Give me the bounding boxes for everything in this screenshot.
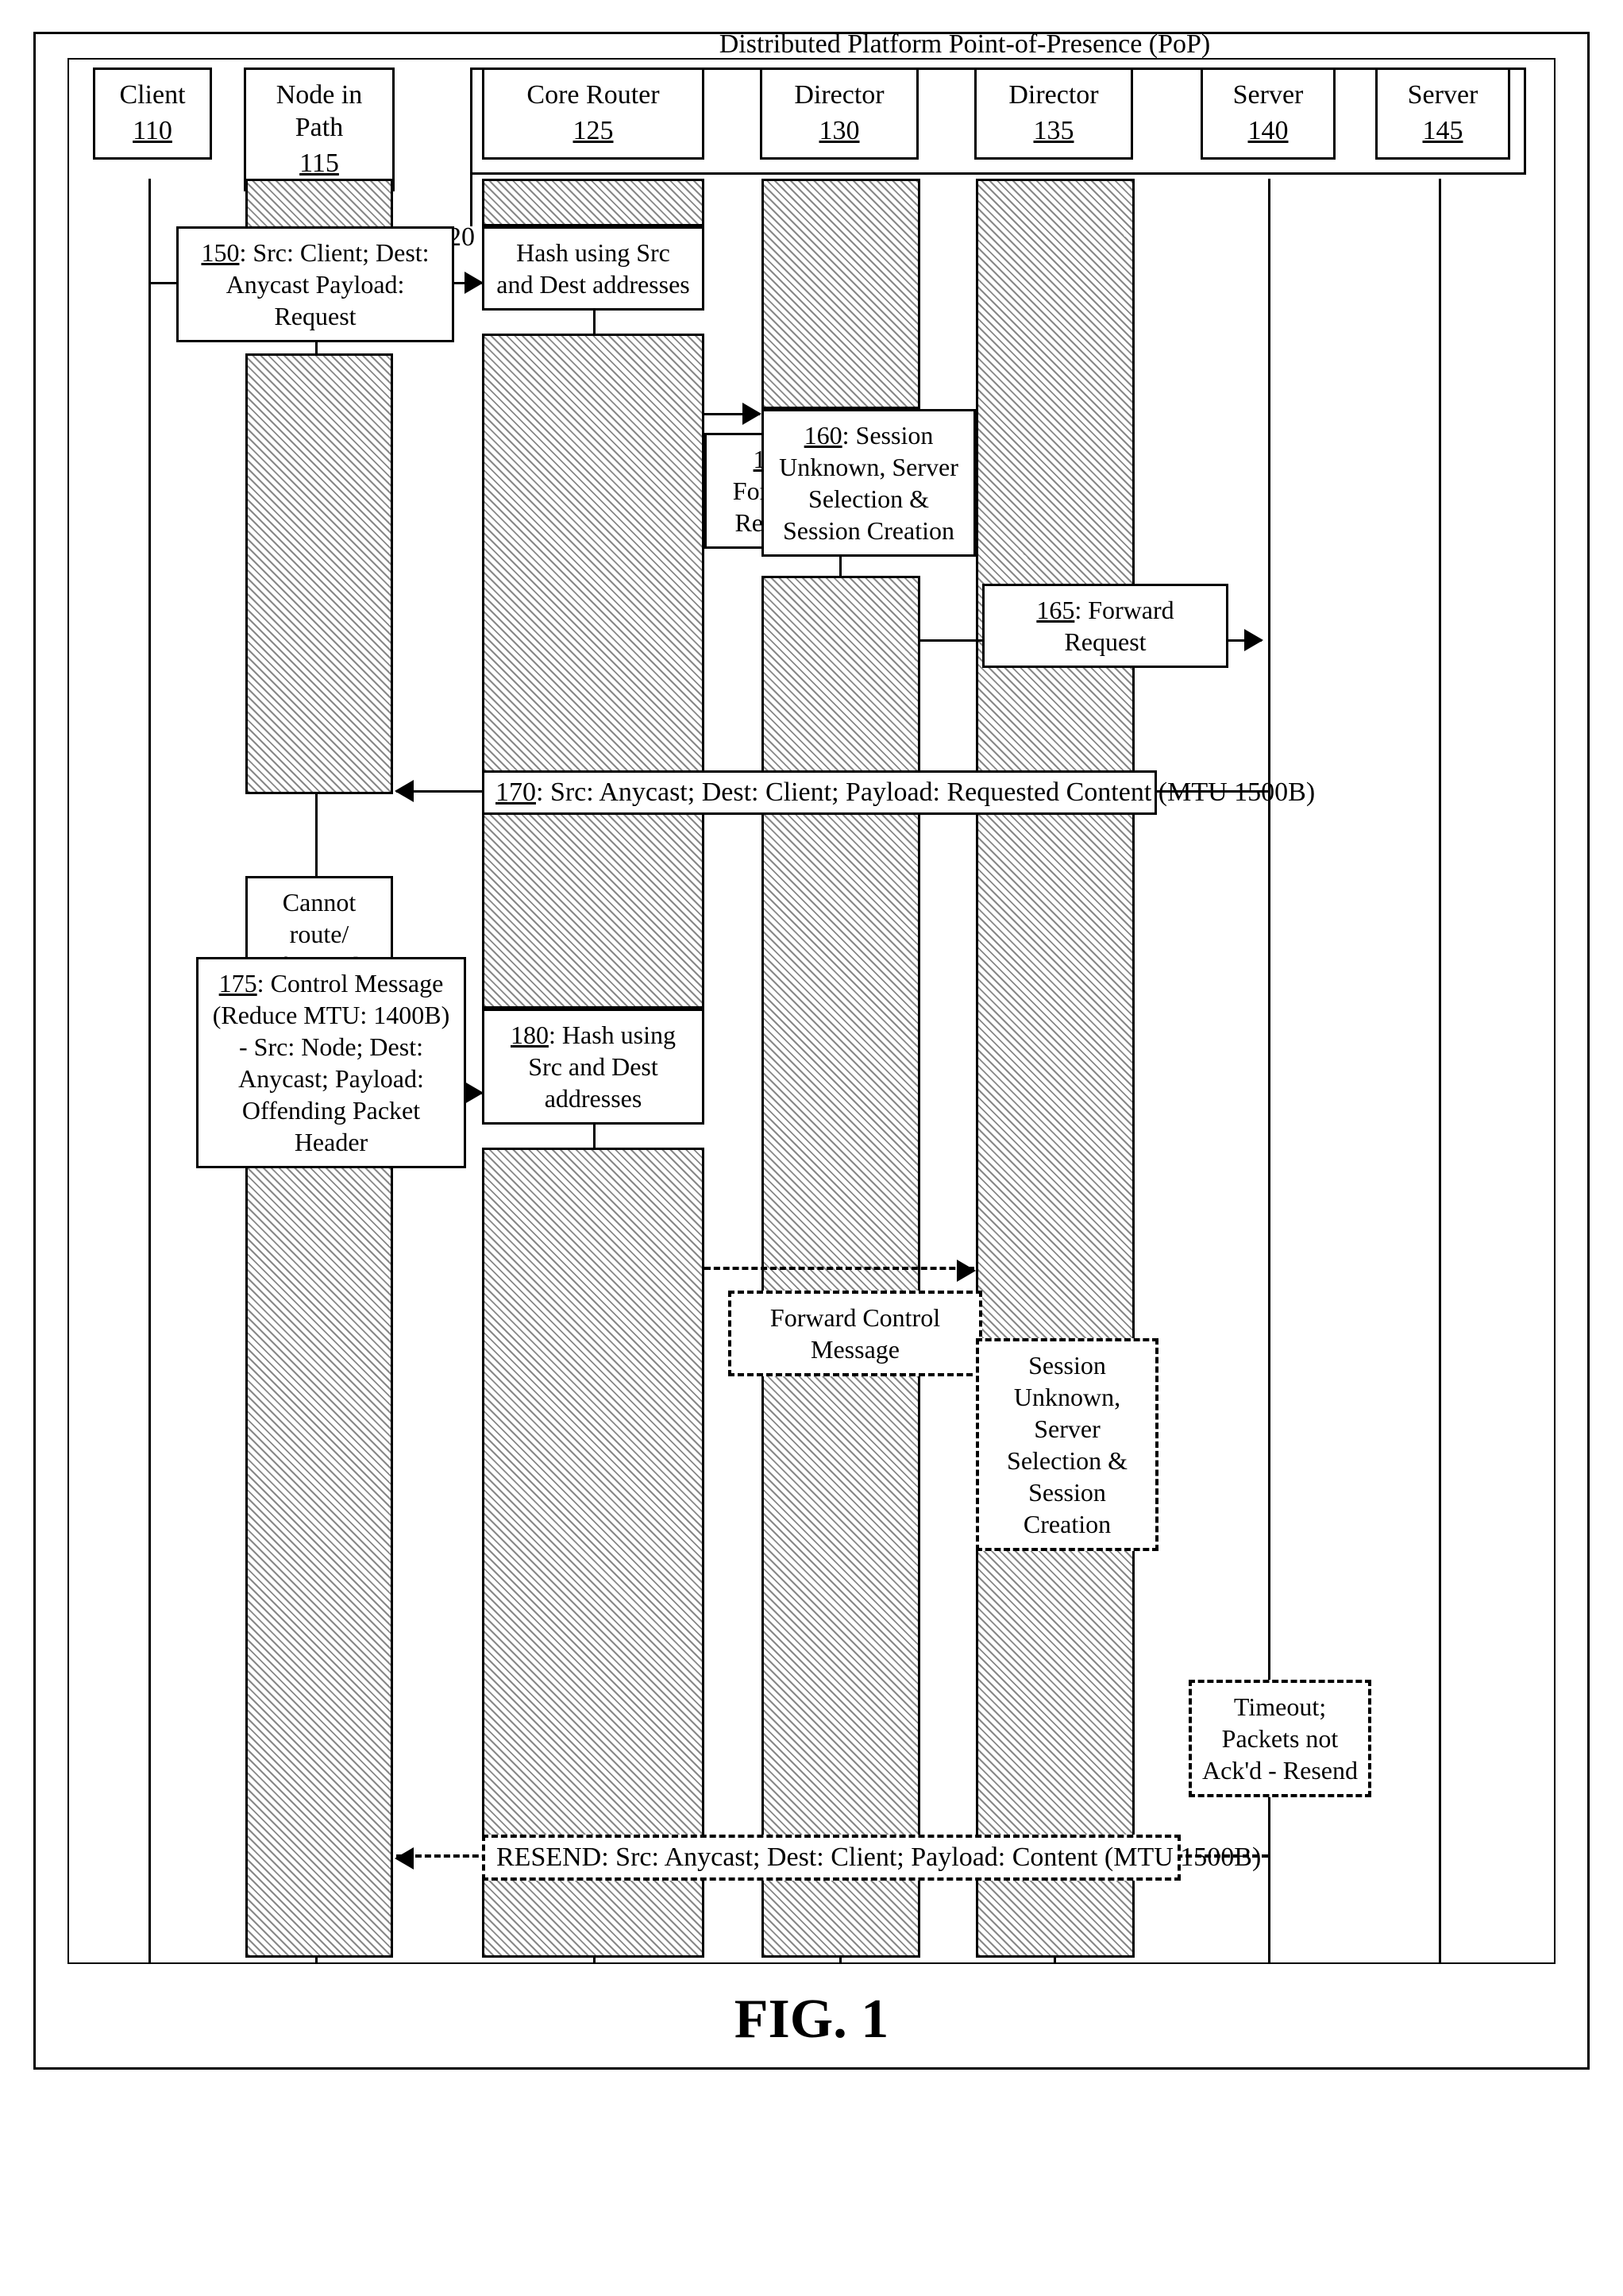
figure-caption: FIG. 1 — [67, 1988, 1556, 2051]
hdr-num: 125 — [491, 115, 696, 148]
msg-resend: RESEND: Src: Anycast; Dest: Client; Payl… — [482, 1835, 1181, 1881]
lifeline-header-server-2: Server 145 — [1375, 68, 1510, 160]
hdr-num: 130 — [769, 115, 910, 148]
lifeline-header-client: Client 110 — [93, 68, 212, 160]
note-session-unknown-2: Session Unknown, Server Selection & Sess… — [976, 1338, 1158, 1551]
activation-core-1a — [482, 179, 704, 226]
msg-150: 150: Src: Client; Dest: Anycast Payload:… — [176, 226, 454, 342]
hdr-label: Node in Path — [276, 80, 363, 142]
msg-180-num: 180 — [511, 1021, 549, 1049]
note-forward-control: Forward Control Message — [728, 1291, 982, 1376]
activation-dir2 — [976, 179, 1135, 1958]
activation-core-1b — [482, 334, 704, 1009]
hdr-num: 110 — [102, 115, 203, 148]
msg-180-text: : Hash using Src and Dest addresses — [528, 1021, 676, 1113]
hdr-label: Director — [1008, 80, 1098, 110]
hdr-label: Director — [794, 80, 884, 110]
arrow-155 — [704, 413, 760, 415]
hdr-label: Server — [1233, 80, 1304, 110]
msg-160-num: 160 — [804, 421, 842, 450]
activation-node-2 — [245, 353, 393, 794]
lifeline-header-director-1: Director 130 — [760, 68, 919, 160]
msg-170-num: 170 — [495, 778, 536, 807]
msg-170-text: : Src: Anycast; Dest: Client; Payload: R… — [536, 778, 1315, 807]
msg-175: 175: Control Message (Reduce MTU: 1400B)… — [196, 957, 466, 1168]
lifeline-header-server-1: Server 140 — [1201, 68, 1336, 160]
msg-165-text: : Forward Request — [1064, 596, 1174, 656]
hdr-label: Client — [119, 80, 185, 110]
lifeline-header-node: Node in Path 115 — [244, 68, 395, 191]
hdr-num: 145 — [1384, 115, 1502, 148]
hdr-label: Core Router — [526, 80, 659, 110]
hdr-num: 115 — [253, 148, 386, 180]
msg-160: 160: Session Unknown, Server Selection &… — [761, 409, 976, 557]
leader-line-120 — [470, 167, 472, 226]
note-hash-1: Hash using Src and Dest addresses — [482, 226, 704, 311]
lifeline-header-core-router: Core Router 125 — [482, 68, 704, 160]
msg-165-num: 165 — [1036, 596, 1074, 624]
msg-150-num: 150 — [201, 238, 239, 267]
msg-150-text: : Src: Client; Dest: Anycast Payload: Re… — [226, 238, 430, 330]
msg-165: 165: Forward Request — [982, 584, 1228, 668]
msg-180: 180: Hash using Src and Dest addresses — [482, 1009, 704, 1125]
activation-dir1-top — [761, 179, 920, 409]
note-timeout: Timeout; Packets not Ack'd - Resend — [1189, 1680, 1371, 1797]
pop-frame-label: Distributed Platform Point-of-Presence (… — [468, 29, 1461, 60]
lifeline-client — [148, 179, 151, 1962]
hdr-num: 140 — [1209, 115, 1327, 148]
arrow-fwd-ctl — [704, 1267, 974, 1270]
sequence-diagram: Client 110 Node in Path 115 Core Router … — [67, 58, 1556, 1964]
lifeline-header-director-2: Director 135 — [974, 68, 1133, 160]
msg-175-num: 175 — [219, 969, 257, 998]
msg-170: 170: Src: Anycast; Dest: Client; Payload… — [482, 770, 1157, 815]
hdr-label: Server — [1408, 80, 1478, 110]
hdr-num: 135 — [983, 115, 1124, 148]
lifeline-server-2 — [1439, 179, 1441, 1962]
